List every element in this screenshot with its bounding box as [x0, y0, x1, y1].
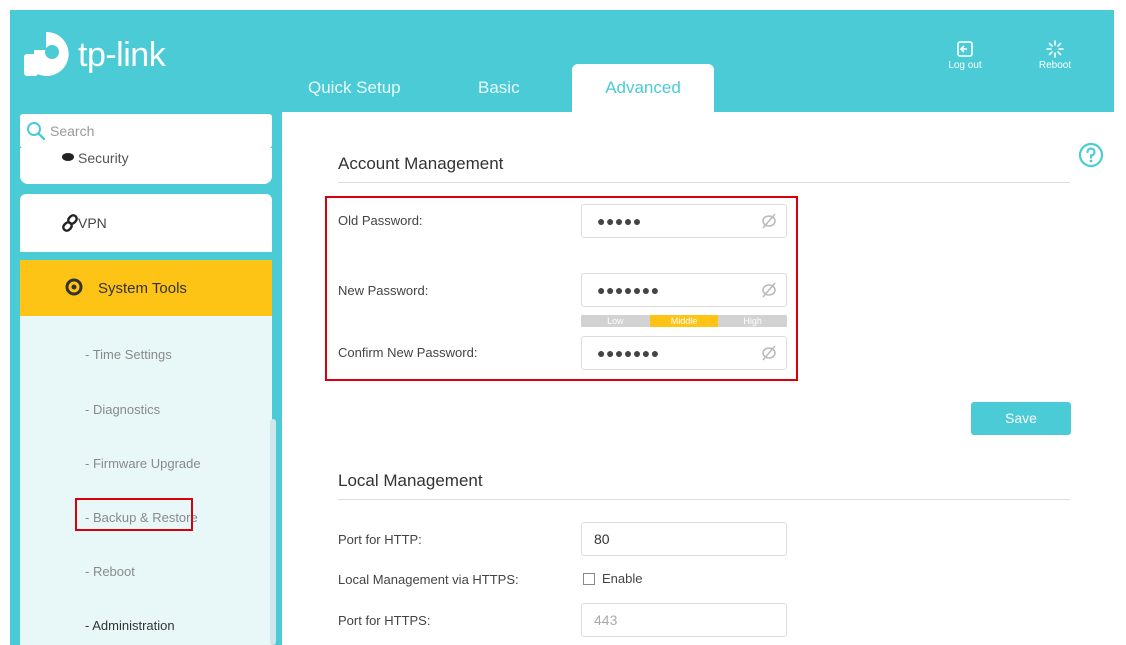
- reboot-button[interactable]: Reboot: [1030, 40, 1080, 71]
- http-port-input[interactable]: 80: [581, 522, 787, 556]
- sidebar-item-label: VPN: [78, 215, 107, 231]
- local-divider: [338, 499, 1070, 500]
- main-nav: Quick Setup Basic Advanced: [298, 64, 714, 112]
- main-content: Account Management Old Password: ●●●●● N…: [282, 112, 1126, 645]
- sidebar-item-label: System Tools: [98, 279, 187, 297]
- help-icon[interactable]: [1078, 142, 1104, 168]
- https-enable-checkbox[interactable]: [583, 573, 595, 585]
- save-button[interactable]: Save: [971, 402, 1071, 435]
- https-label: Local Management via HTTPS:: [338, 572, 519, 587]
- gear-icon: [65, 278, 83, 296]
- top-header: tp-link Quick Setup Basic Advanced Log o…: [10, 10, 1114, 112]
- submenu-administration[interactable]: - Administration: [85, 618, 175, 633]
- password-fields-highlight: [325, 196, 798, 381]
- logo-text: tp-link: [78, 35, 166, 74]
- sidebar-item-system-tools[interactable]: System Tools: [20, 260, 272, 316]
- sidebar-item-label: Security: [78, 150, 129, 166]
- submenu-diagnostics[interactable]: - Diagnostics: [85, 402, 160, 417]
- sidebar-scrollbar[interactable]: [270, 419, 276, 645]
- system-tools-submenu: - Time Settings - Diagnostics - Firmware…: [20, 316, 272, 645]
- https-port-label: Port for HTTPS:: [338, 613, 431, 628]
- vpn-link-icon: [62, 214, 78, 232]
- tab-advanced[interactable]: Advanced: [572, 64, 714, 112]
- tp-link-logo-icon: [24, 31, 69, 76]
- logout-button[interactable]: Log out: [940, 40, 990, 71]
- tp-link-logo[interactable]: tp-link: [24, 30, 166, 80]
- search-input[interactable]: Search: [20, 114, 272, 148]
- logout-label: Log out: [948, 60, 982, 71]
- local-management-title: Local Management: [338, 471, 483, 490]
- https-port-input[interactable]: 443: [581, 603, 787, 637]
- tab-quick-setup[interactable]: Quick Setup: [298, 64, 448, 112]
- logout-icon: [957, 41, 973, 57]
- submenu-time-settings[interactable]: - Time Settings: [85, 347, 172, 362]
- https-enable-label: Enable: [602, 571, 643, 586]
- submenu-reboot[interactable]: - Reboot: [85, 564, 135, 579]
- reboot-icon: [1046, 40, 1064, 58]
- search-placeholder: Search: [50, 123, 95, 139]
- administration-highlight: [75, 498, 193, 531]
- account-divider: [338, 182, 1070, 183]
- sidebar: Search Security VPN System Tools - Time …: [10, 112, 282, 645]
- reboot-label: Reboot: [1038, 60, 1072, 71]
- sidebar-item-security[interactable]: Security: [20, 148, 272, 184]
- sidebar-item-vpn[interactable]: VPN: [20, 194, 272, 252]
- tab-basic[interactable]: Basic: [448, 64, 572, 112]
- account-management-title: Account Management: [338, 154, 504, 173]
- security-icon: [62, 153, 74, 161]
- search-icon: [27, 122, 46, 141]
- submenu-firmware-upgrade[interactable]: - Firmware Upgrade: [85, 456, 201, 471]
- http-port-label: Port for HTTP:: [338, 532, 422, 547]
